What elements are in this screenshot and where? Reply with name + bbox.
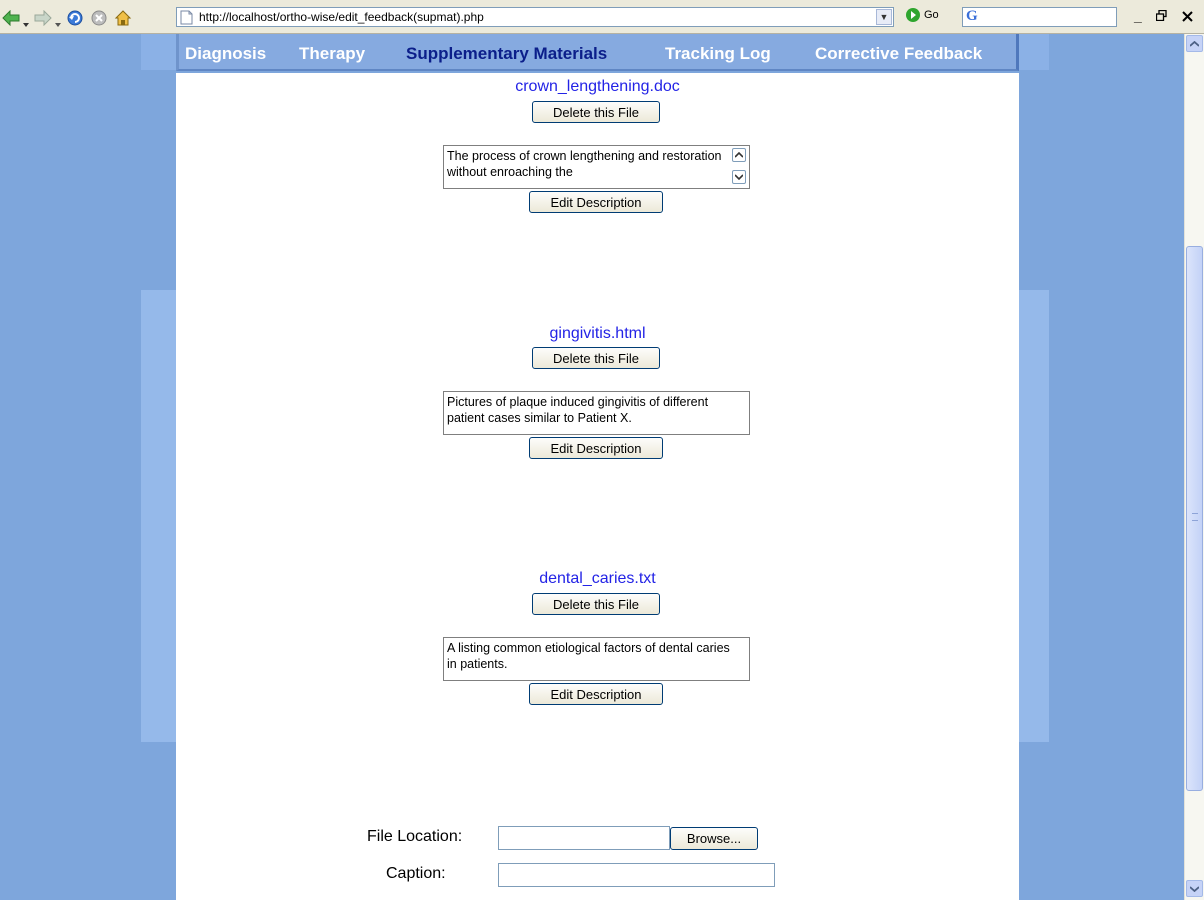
nav-tracking-log[interactable]: Tracking Log (665, 44, 771, 64)
back-dropdown-icon[interactable] (23, 15, 29, 27)
file-link-gingivitis[interactable]: gingivitis.html (176, 325, 1019, 343)
description-textarea[interactable]: The process of crown lengthening and res… (443, 145, 750, 189)
nav-corrective-feedback[interactable]: Corrective Feedback (815, 44, 982, 64)
edit-description-button[interactable]: Edit Description (529, 683, 663, 705)
scroll-up-icon[interactable] (732, 148, 746, 162)
file-location-input[interactable] (498, 826, 670, 850)
edit-description-button[interactable]: Edit Description (529, 437, 663, 459)
browser-toolbar: http://localhost/ortho-wise/edit_feedbac… (0, 0, 1204, 34)
browse-button[interactable]: Browse... (670, 827, 758, 850)
address-dropdown-icon[interactable]: ▼ (876, 9, 892, 25)
caption-label: Caption: (386, 865, 446, 882)
background-panel-left (141, 290, 176, 742)
description-textarea[interactable]: A listing common etiological factors of … (443, 637, 750, 681)
caption-input[interactable] (498, 863, 775, 887)
go-button[interactable]: Go (906, 8, 939, 22)
page-viewport: Diagnosis Therapy Supplementary Material… (0, 34, 1184, 900)
page-icon (180, 10, 193, 30)
home-icon[interactable] (114, 9, 132, 27)
background-panel-right (1019, 290, 1049, 742)
stop-icon[interactable] (90, 9, 108, 27)
page-scrollbar[interactable] (1184, 34, 1204, 900)
scroll-up-icon[interactable] (1186, 35, 1203, 52)
background-band (141, 34, 176, 70)
nav-therapy[interactable]: Therapy (299, 44, 365, 64)
go-arrow-icon (906, 8, 920, 22)
forward-icon[interactable] (34, 9, 52, 27)
scroll-down-icon[interactable] (732, 170, 746, 184)
main-nav: Diagnosis Therapy Supplementary Material… (176, 34, 1019, 71)
scrollbar-thumb[interactable] (1186, 246, 1203, 791)
nav-supplementary-materials[interactable]: Supplementary Materials (406, 44, 607, 64)
restore-icon[interactable] (1155, 9, 1167, 24)
address-bar[interactable]: http://localhost/ortho-wise/edit_feedbac… (176, 7, 894, 27)
back-icon[interactable] (2, 9, 20, 27)
delete-file-button[interactable]: Delete this File (532, 347, 660, 369)
file-link-dental-caries[interactable]: dental_caries.txt (176, 570, 1019, 588)
google-icon: G (966, 8, 978, 24)
file-link-crown-lengthening[interactable]: crown_lengthening.doc (176, 78, 1019, 96)
delete-file-button[interactable]: Delete this File (532, 101, 660, 123)
refresh-icon[interactable] (66, 9, 84, 27)
background-band (1019, 34, 1049, 70)
grip-icon (1192, 513, 1198, 521)
content-panel: crown_lengthening.doc Delete this File T… (176, 73, 1019, 900)
forward-dropdown-icon[interactable] (55, 15, 61, 27)
description-text: Pictures of plaque induced gingivitis of… (447, 395, 709, 425)
go-label: Go (924, 9, 939, 21)
google-search-box[interactable]: G (962, 7, 1117, 27)
nav-diagnosis[interactable]: Diagnosis (185, 44, 266, 64)
minimize-icon[interactable]: _ (1134, 8, 1142, 24)
close-icon[interactable] (1182, 9, 1193, 25)
description-scrollbar[interactable] (727, 146, 749, 188)
scroll-down-icon[interactable] (1186, 880, 1203, 897)
description-text: A listing common etiological factors of … (447, 641, 730, 671)
edit-description-button[interactable]: Edit Description (529, 191, 663, 213)
address-url[interactable]: http://localhost/ortho-wise/edit_feedbac… (199, 10, 484, 24)
description-text: The process of crown lengthening and res… (447, 149, 722, 179)
description-textarea[interactable]: Pictures of plaque induced gingivitis of… (443, 391, 750, 435)
delete-file-button[interactable]: Delete this File (532, 593, 660, 615)
file-location-label: File Location: (367, 828, 463, 845)
